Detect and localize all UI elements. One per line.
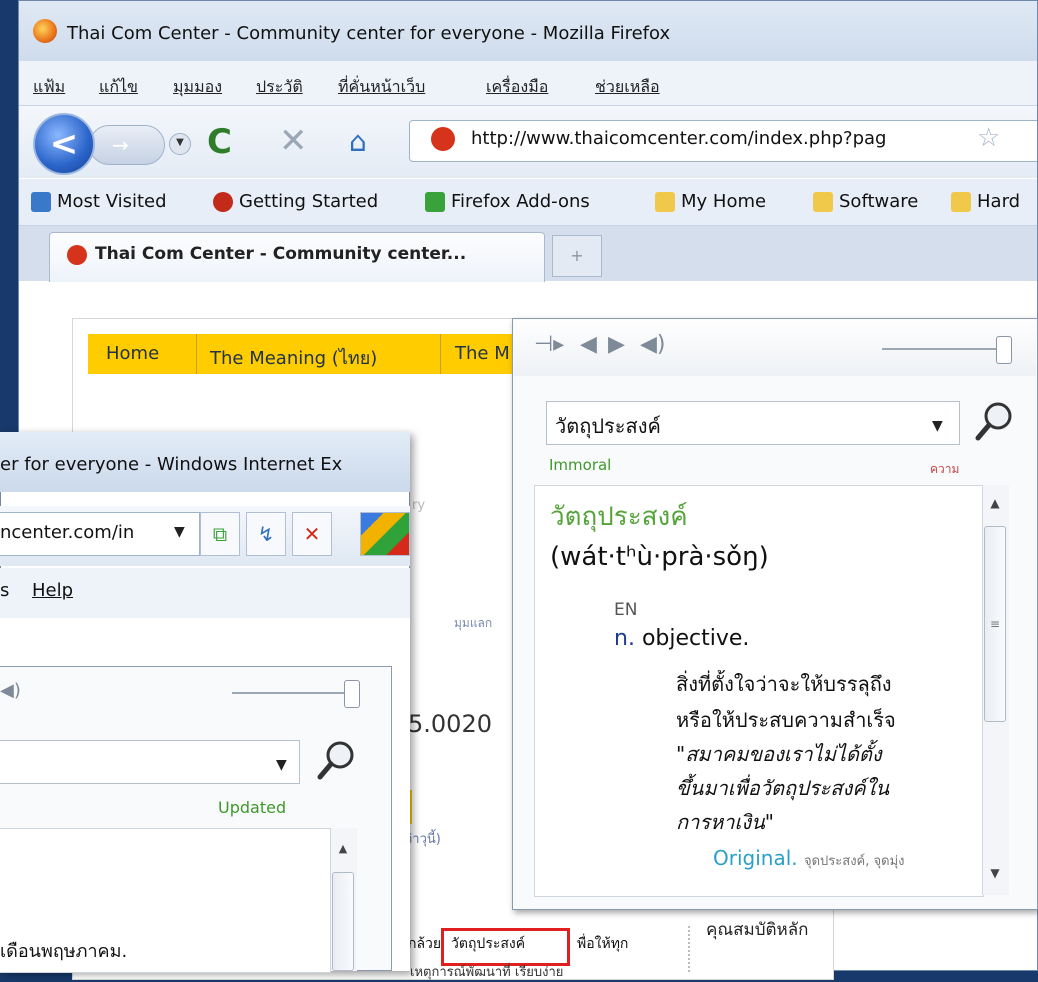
menu-tools[interactable]: เครื่องมือ (486, 75, 548, 100)
new-tab-button[interactable]: + (552, 235, 602, 277)
ie-volume-slider-track[interactable] (232, 692, 350, 694)
menu-help[interactable]: ช่วยเหลือ (595, 75, 660, 100)
bookmark-my-home[interactable]: My Home (681, 191, 766, 212)
original-label: Original. (713, 846, 798, 870)
forward-arrow-icon[interactable]: ▶ (608, 332, 625, 357)
ie-combo-dropdown-icon[interactable]: ▼ (276, 757, 287, 773)
most-visited-icon (31, 192, 51, 212)
bookmark-hard[interactable]: Hard (977, 191, 1020, 212)
example-line: ขึ้นมาเพื่อวัตถุประสงค์ใน (676, 776, 890, 800)
ie-speaker-icon[interactable]: ◀) (0, 680, 21, 701)
folder-icon (813, 192, 833, 212)
menu-bookmarks[interactable]: ที่คั่นหน้าเว็บ (338, 75, 425, 100)
menu-edit[interactable]: แก้ไข (99, 75, 138, 100)
menu-file[interactable]: แฟ้ม (33, 75, 65, 100)
site-favicon-icon (431, 127, 455, 151)
firefox-logo-icon (33, 19, 57, 43)
search-provider-icon[interactable] (360, 512, 410, 556)
side-link[interactable]: มุมแลก (454, 614, 492, 633)
ie-scroll-up-icon[interactable]: ▲ (330, 842, 356, 866)
scroll-down-icon[interactable]: ▼ (982, 858, 1008, 888)
ie-stop-icon[interactable]: ✕ (292, 512, 332, 556)
ie-menu-help[interactable]: Help (32, 580, 73, 601)
bookmark-firefox-addons[interactable]: Firefox Add-ons (451, 191, 590, 212)
body-text-line2: เหตุการณ์พัฒนาที่ เรียบง่าย (410, 965, 564, 980)
nav-separator (196, 334, 197, 374)
ie-url-value[interactable]: ncenter.com/in (0, 522, 134, 543)
number-value: 5.0020 (408, 710, 492, 738)
back-button[interactable]: < (33, 113, 95, 175)
ie-dictionary-text: เดือนพฤษภาคม. (0, 941, 128, 962)
nav-home[interactable]: Home (106, 343, 159, 364)
dotted-divider (688, 926, 692, 972)
ie-menu-partial[interactable]: s (0, 580, 9, 601)
folder-icon (951, 192, 971, 212)
nav-meaning-thai[interactable]: The Meaning (ไทย) (210, 343, 377, 372)
ie-url-dropdown-icon[interactable]: ▼ (174, 524, 185, 540)
ie-window-title: er for everyone - Windows Internet Ex (0, 454, 343, 475)
compatibility-icon[interactable]: ⧉ (200, 512, 240, 556)
dictionary-language: EN (614, 600, 638, 620)
menu-history[interactable]: ประวัติ (256, 75, 303, 100)
tab-favicon-icon (67, 245, 87, 265)
dictionary-search-value[interactable]: วัตถุประสงค์ (555, 410, 661, 442)
bookmark-most-visited[interactable]: Most Visited (57, 191, 167, 212)
gloss: objective. (641, 626, 750, 651)
tab-label[interactable]: Thai Com Center - Community center... (95, 244, 466, 264)
scroll-thumb[interactable]: ≡ (984, 526, 1006, 722)
side-note: ว่าวุนี้) (405, 832, 441, 847)
forward-button[interactable]: → (89, 125, 165, 165)
addons-icon (425, 192, 445, 212)
url-text[interactable]: http://www.thaicomcenter.com/index.php?p… (471, 128, 886, 149)
back-arrow-icon[interactable]: ◀ (580, 332, 597, 357)
example-line: "สมาคมของเราไม่ได้ตั้ง (676, 742, 882, 766)
dictionary-headword: วัตถุประสงค์ (550, 502, 688, 532)
reload-icon[interactable]: C (207, 122, 232, 162)
history-dropdown-icon[interactable]: ▼ (169, 133, 191, 155)
scroll-up-icon[interactable]: ▲ (982, 488, 1008, 518)
section-heading: คุณสมบัติหลัก (706, 920, 809, 940)
volume-slider-knob[interactable] (996, 336, 1012, 364)
dictionary-pronunciation: (wát·tʰù·prà·sǒŋ) (550, 542, 769, 572)
bookmark-star-icon[interactable]: ☆ (977, 123, 1000, 153)
part-of-speech: n. (614, 626, 635, 651)
speaker-icon[interactable]: ◀) (640, 332, 666, 357)
example-line: การหาเงิน" (676, 810, 774, 834)
definition-line: หรือให้ประสบความสำเร็จ (676, 708, 896, 732)
bookmark-getting-started[interactable]: Getting Started (239, 191, 378, 212)
original-line: Original. จุดประสงค์, จุดมุ่ง (713, 846, 904, 871)
nav-separator (440, 334, 441, 374)
ie-magnifier-search-icon[interactable] (312, 737, 360, 785)
getting-started-icon (213, 192, 233, 212)
dictionary-category: Immoral (549, 456, 612, 474)
body-text-suffix: พื่อให้ทุก (577, 936, 629, 952)
definition-line: สิ่งที่ตั้งใจว่าจะให้บรรลุถึง (676, 672, 892, 696)
bookmark-software[interactable]: Software (839, 191, 918, 212)
menu-view[interactable]: มุมมอง (173, 75, 222, 100)
firefox-window-title: Thai Com Center - Community center for e… (67, 23, 671, 44)
combo-dropdown-icon[interactable]: ▼ (932, 418, 943, 434)
ie-menu-help-label[interactable]: Help (32, 580, 73, 601)
ie-url-text[interactable]: ncenter.com/in (0, 522, 134, 543)
ie-dictionary-updated-label: Updated (218, 798, 287, 817)
refresh-icon[interactable]: ↯ (246, 512, 286, 556)
folder-icon (655, 192, 675, 212)
magnifier-search-icon[interactable] (970, 398, 1018, 446)
ie-scroll-thumb[interactable] (332, 872, 354, 971)
volume-slider-track[interactable] (882, 348, 1000, 350)
nav-meaning-more[interactable]: The M (455, 343, 510, 364)
faint-text: ry (412, 498, 426, 513)
home-icon[interactable]: ⌂ (349, 125, 367, 158)
dictionary-category-right: ความ (930, 462, 960, 476)
dictionary-pos-line: n. objective. (614, 626, 749, 651)
ie-dictionary-search-combo[interactable] (0, 740, 300, 784)
stop-icon[interactable]: ✕ (279, 121, 308, 161)
original-text: จุดประสงค์, จุดมุ่ง (803, 854, 905, 869)
ie-volume-slider-knob[interactable] (344, 680, 360, 708)
body-text-prefix: กล้วย (408, 936, 442, 952)
pin-icon[interactable]: ⊣▸ (534, 332, 564, 357)
